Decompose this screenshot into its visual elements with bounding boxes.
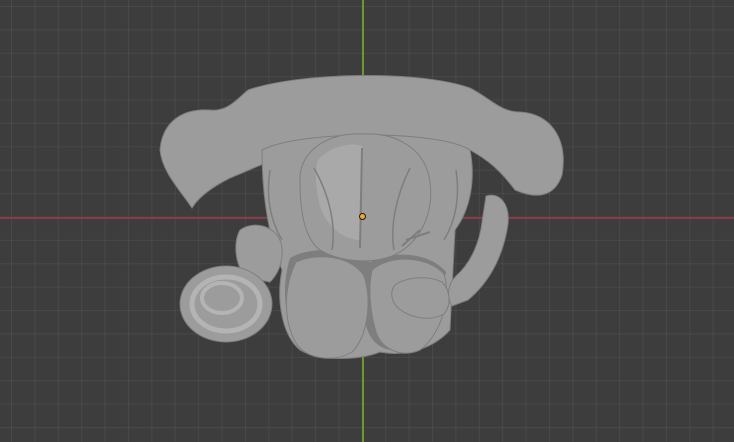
- object-origin-point[interactable]: [359, 213, 366, 220]
- 3d-viewport[interactable]: [0, 0, 734, 442]
- sculpt-mesh-object[interactable]: [0, 0, 734, 442]
